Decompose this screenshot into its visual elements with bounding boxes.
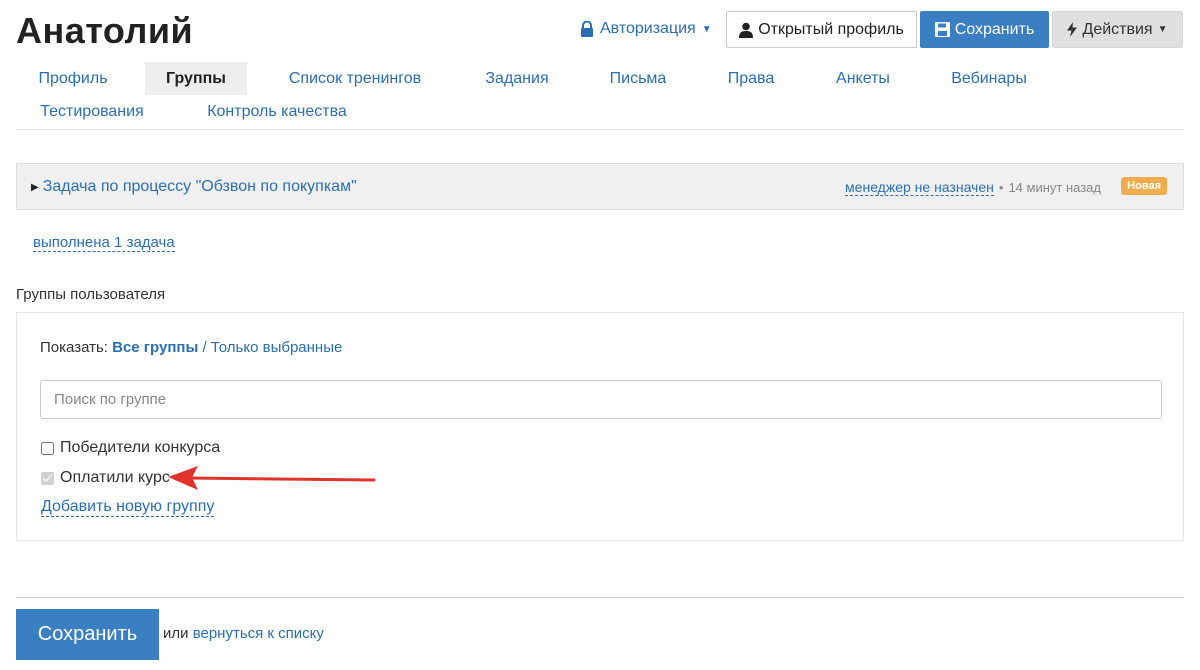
task-toggle[interactable]: ▶ Задача по процессу "Обзвон по покупкам… (31, 178, 357, 196)
groups-section-title: Группы пользователя (16, 286, 166, 303)
open-profile-button[interactable]: Открытый профиль (726, 11, 917, 48)
task-meta: менеджер не назначен • 14 минут назад (845, 179, 1101, 196)
status-badge: Новая (1121, 177, 1167, 195)
triangle-right-icon: ▶ (31, 181, 39, 193)
footer-text: или вернуться к списку (163, 625, 324, 642)
group-item[interactable]: Оплатили курс (40, 469, 170, 487)
tab-rights[interactable]: Права (705, 62, 797, 95)
task-time: 14 минут назад (1008, 180, 1101, 195)
show-filter: Показать: Все группы / Только выбранные (40, 339, 342, 356)
caret-down-icon: ▼ (701, 23, 712, 35)
tab-profile[interactable]: Профиль (16, 62, 130, 95)
group-search-input[interactable] (40, 380, 1162, 419)
add-group-link[interactable]: Добавить новую группу (41, 498, 215, 517)
arrow-icon (168, 466, 376, 490)
filter-selected-only[interactable]: Только выбранные (211, 339, 343, 356)
tab-trainings[interactable]: Список тренингов (262, 62, 448, 95)
caret-down-icon: ▼ (1157, 24, 1168, 35)
group-label: Победители конкурса (60, 439, 221, 456)
tab-questionnaires[interactable]: Анкеты (812, 62, 914, 95)
back-to-list-link[interactable]: вернуться к списку (193, 625, 324, 642)
tab-quality-control[interactable]: Контроль качества (183, 95, 371, 128)
auth-label: Авторизация (600, 20, 696, 37)
task-title: Задача по процессу "Обзвон по покупкам" (42, 178, 357, 195)
lightning-icon (1067, 22, 1078, 37)
tab-groups[interactable]: Группы (145, 62, 247, 95)
task-panel: ▶ Задача по процессу "Обзвон по покупкам… (16, 163, 1184, 210)
page-title: Анатолий (16, 10, 194, 51)
save-button-top[interactable]: Сохранить (920, 11, 1049, 48)
lock-icon (581, 21, 593, 37)
group-item[interactable]: Победители конкурса (40, 439, 220, 457)
actions-label: Действия (1082, 20, 1153, 38)
tab-letters[interactable]: Письма (586, 62, 690, 95)
tab-testing[interactable]: Тестирования (16, 95, 168, 128)
tabs-divider (16, 129, 1184, 130)
task-manager-link[interactable]: менеджер не назначен (845, 179, 994, 196)
open-profile-label: Открытый профиль (758, 20, 904, 38)
user-icon (739, 22, 754, 38)
group-checkbox[interactable] (41, 471, 54, 485)
show-prefix: Показать: (40, 339, 108, 356)
floppy-icon (934, 22, 950, 37)
filter-all-groups[interactable]: Все группы (112, 339, 198, 356)
save-button[interactable]: Сохранить (16, 609, 159, 660)
tab-webinars[interactable]: Вебинары (929, 62, 1049, 95)
or-text: или (163, 625, 189, 642)
auth-dropdown[interactable]: Авторизация ▼ (580, 20, 712, 38)
actions-dropdown[interactable]: Действия ▼ (1052, 11, 1183, 48)
save-top-label: Сохранить (954, 20, 1035, 38)
group-label: Оплатили курс (60, 469, 170, 486)
meta-separator: • (998, 180, 1004, 195)
filter-separator: / (202, 339, 207, 356)
footer-divider (16, 597, 1184, 598)
groups-panel: Показать: Все группы / Только выбранные … (16, 312, 1184, 541)
tab-tasks[interactable]: Задания (463, 62, 571, 95)
done-tasks-link[interactable]: выполнена 1 задача (33, 234, 175, 252)
group-checkbox[interactable] (41, 441, 54, 455)
